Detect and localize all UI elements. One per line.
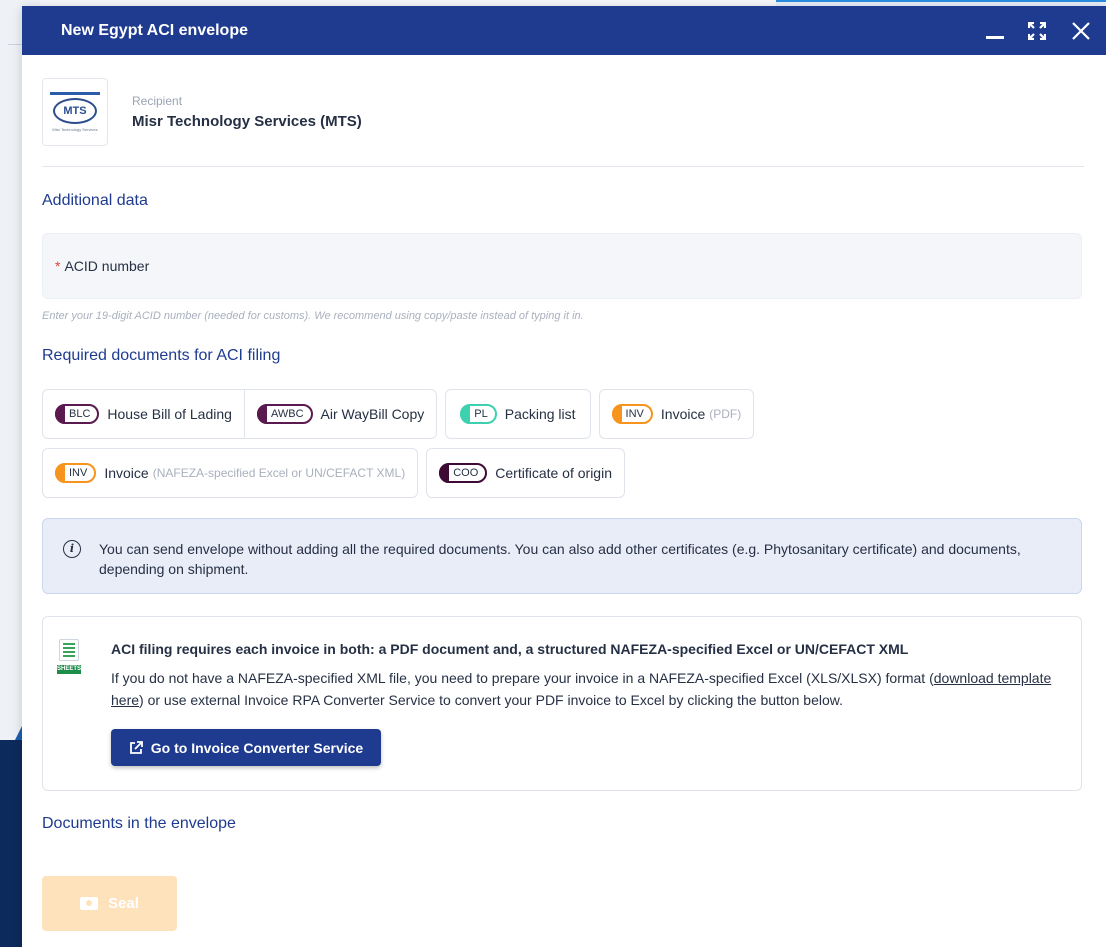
aci-invoice-notice: SHEETS ACI filing requires each invoice …	[42, 616, 1082, 791]
coo-badge: COO	[439, 463, 488, 483]
recipient-label: Recipient	[132, 94, 183, 108]
modal-title: New Egypt ACI envelope	[61, 21, 248, 39]
doc-air-waybill-copy[interactable]: AWBC Air WayBill Copy	[245, 390, 436, 438]
doc-group-transport: BLC House Bill of Lading AWBC Air WayBil…	[42, 389, 438, 439]
doc-certificate-of-origin[interactable]: COO Certificate of origin	[427, 449, 624, 497]
doc-invoice-structured[interactable]: INV Invoice (NAFEZA-specified Excel or U…	[43, 449, 417, 497]
inv-badge: INV	[611, 404, 653, 424]
recipient-logo: MTS Misr Technology Services	[42, 78, 108, 146]
maximize-button[interactable]	[1022, 6, 1052, 55]
recipient-name: Misr Technology Services (MTS)	[132, 113, 362, 130]
sheets-icon: SHEETS	[57, 639, 81, 677]
doc-group-invoice-structured: INV Invoice (NAFEZA-specified Excel or U…	[42, 448, 419, 498]
inv-badge: INV	[55, 463, 97, 483]
expand-icon	[1028, 21, 1046, 40]
info-text: You can send envelope without adding all…	[99, 541, 1021, 577]
doc-invoice-pdf[interactable]: INV Invoice (PDF)	[600, 390, 754, 438]
aci-body: If you do not have a NAFEZA-specified XM…	[111, 670, 1052, 708]
doc-group-invoice-pdf: INV Invoice (PDF)	[598, 389, 755, 439]
modal-titlebar: New Egypt ACI envelope	[22, 6, 1106, 55]
doc-packing-list[interactable]: PL Packing list	[446, 390, 589, 438]
acid-number-label: ACID number	[64, 258, 150, 274]
envelope-modal: New Egypt ACI envelope MTS Misr Technolo…	[22, 6, 1106, 947]
minimize-icon	[986, 36, 1004, 39]
blc-badge: BLC	[55, 404, 100, 424]
seal-button[interactable]: Seal	[42, 876, 177, 931]
recipient-block: MTS Misr Technology Services Recipient M…	[42, 78, 362, 146]
minimize-button[interactable]	[980, 6, 1010, 55]
awbc-badge: AWBC	[256, 404, 313, 424]
doc-group-origin: COO Certificate of origin	[426, 448, 625, 498]
acid-hint: Enter your 19-digit ACID number (needed …	[42, 310, 584, 322]
additional-data-title: Additional data	[42, 192, 148, 209]
camera-icon	[80, 897, 99, 910]
documents-in-envelope-title: Documents in the envelope	[42, 815, 236, 832]
doc-group-packing: PL Packing list	[445, 389, 591, 439]
aci-heading: ACI filing requires each invoice in both…	[111, 641, 909, 657]
external-link-icon	[129, 740, 143, 754]
info-notice: i You can send envelope without adding a…	[42, 518, 1082, 594]
required-docs-row-1: BLC House Bill of Lading AWBC Air WayBil…	[42, 389, 755, 439]
divider	[42, 166, 1084, 167]
required-docs-row-2: INV Invoice (NAFEZA-specified Excel or U…	[42, 448, 625, 498]
acid-number-field[interactable]: * ACID number	[42, 233, 1082, 299]
info-icon: i	[63, 540, 81, 558]
pl-badge: PL	[460, 404, 497, 424]
required-documents-title: Required documents for ACI filing	[42, 347, 281, 364]
doc-house-bill-of-lading[interactable]: BLC House Bill of Lading	[43, 390, 245, 438]
close-icon	[1072, 21, 1090, 40]
close-button[interactable]	[1064, 6, 1098, 55]
required-mark: *	[55, 258, 61, 274]
invoice-converter-button[interactable]: Go to Invoice Converter Service	[111, 729, 381, 766]
